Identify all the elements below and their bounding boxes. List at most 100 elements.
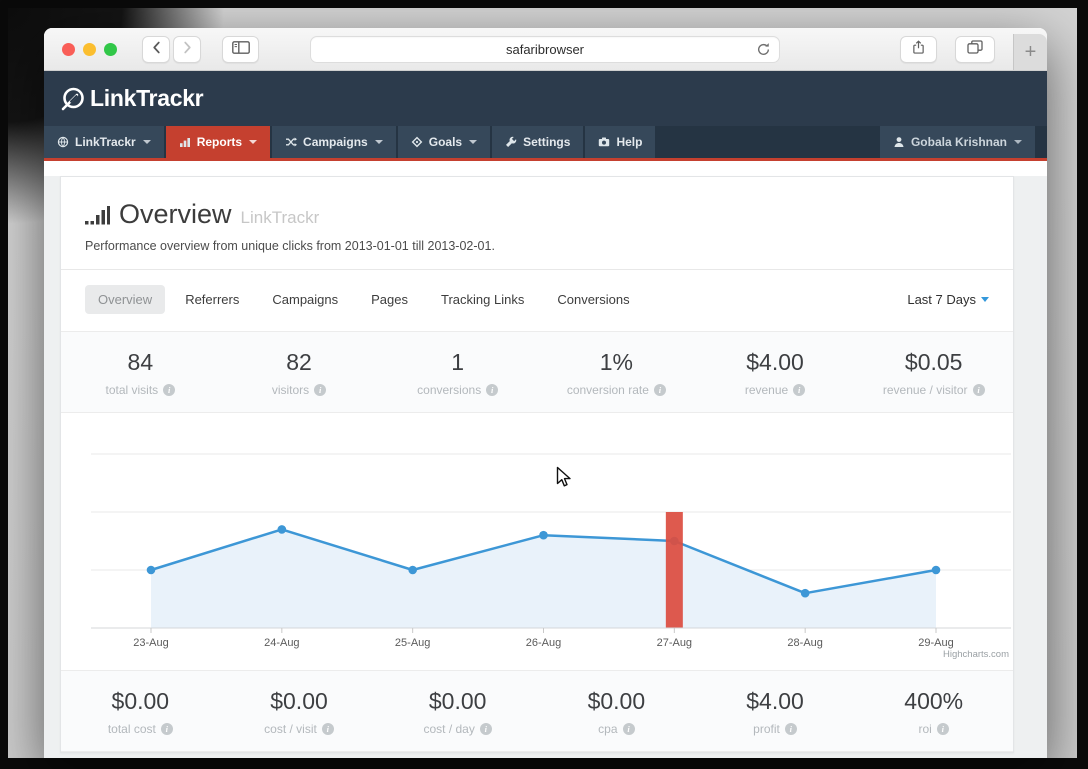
browser-titlebar: safaribrowser + bbox=[44, 28, 1047, 71]
info-icon[interactable]: i bbox=[784, 723, 797, 735]
data-point[interactable] bbox=[277, 525, 287, 534]
stat-label: visitors bbox=[271, 383, 310, 397]
forward-button[interactable] bbox=[173, 36, 201, 63]
tab-overview-button[interactable] bbox=[955, 36, 995, 63]
tab-campaigns[interactable]: Campaigns bbox=[259, 285, 351, 314]
chevron-left-icon bbox=[152, 41, 161, 59]
stat-profit: $4.00 profit i bbox=[696, 688, 855, 736]
tab-pages[interactable]: Pages bbox=[358, 285, 421, 314]
screenshot-root: { "browser": { "address": "safaribrowser… bbox=[0, 0, 1088, 769]
nav-item-label: Help bbox=[616, 135, 643, 149]
address-text: safaribrowser bbox=[505, 42, 585, 57]
tabs-icon bbox=[967, 40, 983, 59]
info-icon[interactable]: i bbox=[321, 723, 334, 735]
data-point[interactable] bbox=[539, 530, 548, 540]
nav-item-label: Settings bbox=[523, 135, 571, 149]
nav-item-campaigns[interactable]: Campaigns bbox=[272, 126, 396, 158]
info-icon[interactable]: i bbox=[486, 384, 499, 396]
stat-revenue-visitor: $0.05 revenue / visitor i bbox=[854, 349, 1013, 397]
stat-label: roi bbox=[918, 722, 932, 736]
nav-item-help[interactable]: Help bbox=[585, 126, 656, 158]
chevron-down-icon bbox=[374, 140, 383, 144]
stat-value: $0.00 bbox=[587, 688, 646, 714]
person-icon bbox=[893, 136, 905, 148]
chevron-down-icon bbox=[249, 140, 258, 144]
chevron-down-icon bbox=[142, 140, 151, 144]
area-fill bbox=[151, 529, 936, 628]
stat-value: $4.00 bbox=[746, 349, 804, 375]
stat-value: $0.00 bbox=[111, 688, 170, 714]
window-controls bbox=[62, 43, 117, 56]
x-axis-label: 29-Aug bbox=[918, 637, 953, 649]
nav-item-label: Reports bbox=[196, 135, 243, 149]
linktrackr-logo[interactable]: LinkTrackr bbox=[60, 85, 204, 112]
date-range-dropdown[interactable]: Last 7 Days bbox=[907, 292, 989, 307]
info-icon[interactable]: i bbox=[622, 723, 635, 735]
stat-value: $0.00 bbox=[428, 688, 487, 714]
share-icon bbox=[912, 39, 925, 60]
bottom-stats-band: $0.00 total cost i $0.00 cost / visit i $0.00 c… bbox=[61, 670, 1013, 752]
app-header: LinkTrackr bbox=[44, 71, 1047, 126]
info-icon[interactable]: i bbox=[314, 384, 327, 396]
stat-label: revenue bbox=[744, 383, 789, 397]
chevron-down-icon bbox=[469, 140, 478, 144]
tab-tracking-links[interactable]: Tracking Links bbox=[428, 285, 537, 314]
data-point[interactable] bbox=[146, 565, 156, 575]
info-icon[interactable]: i bbox=[793, 384, 806, 396]
info-icon[interactable]: i bbox=[160, 723, 173, 735]
stat-label: cost / day bbox=[423, 722, 475, 736]
data-point[interactable] bbox=[408, 565, 417, 575]
x-axis-label: 23-Aug bbox=[133, 637, 168, 649]
address-bar[interactable]: safaribrowser bbox=[310, 36, 780, 63]
chevron-right-icon bbox=[183, 41, 192, 59]
stat-label: cpa bbox=[598, 722, 618, 736]
shuffle-icon bbox=[285, 136, 298, 148]
bar-chart-icon bbox=[85, 205, 110, 230]
x-axis-label: 25-Aug bbox=[395, 637, 430, 649]
tab-referrers[interactable]: Referrers bbox=[172, 285, 252, 314]
stat-value: 1% bbox=[599, 349, 633, 375]
info-icon[interactable]: i bbox=[163, 384, 176, 396]
chevron-down-icon bbox=[1014, 140, 1022, 144]
overview-chart: 23-Aug 24-Aug 25-Aug 26-Aug 27-Aug 28-Aug 29-A… bbox=[91, 453, 1011, 660]
stat-conversion-rate: 1% conversion rate i bbox=[537, 349, 696, 397]
close-window-button[interactable] bbox=[62, 43, 75, 56]
stat-cost-visit: $0.00 cost / visit i bbox=[220, 688, 379, 736]
nav-item-reports[interactable]: Reports bbox=[165, 126, 271, 158]
refresh-icon[interactable] bbox=[756, 42, 771, 60]
info-icon[interactable]: i bbox=[479, 723, 492, 735]
nav-item-linktrackr[interactable]: LinkTrackr bbox=[44, 126, 164, 158]
info-icon[interactable]: i bbox=[653, 384, 666, 396]
sidebar-toggle-button[interactable] bbox=[222, 36, 259, 63]
new-tab-button[interactable]: + bbox=[1013, 34, 1047, 70]
minimize-window-button[interactable] bbox=[83, 43, 96, 56]
x-axis-label: 24-Aug bbox=[264, 637, 299, 649]
tab-overview[interactable]: Overview bbox=[85, 285, 166, 314]
linktrackr-logo-icon bbox=[60, 86, 86, 112]
tab-conversions[interactable]: Conversions bbox=[544, 285, 642, 314]
globe-icon bbox=[57, 136, 69, 148]
nav-item-label: Goals bbox=[428, 135, 463, 149]
highlight-bar[interactable] bbox=[665, 512, 683, 628]
x-axis-label: 27-Aug bbox=[657, 637, 692, 649]
bar-chart-icon bbox=[179, 136, 191, 148]
share-button[interactable] bbox=[900, 36, 937, 63]
stat-label: conversion rate bbox=[566, 383, 649, 397]
sidebar-icon bbox=[231, 40, 250, 59]
zoom-window-button[interactable] bbox=[104, 43, 117, 56]
card-header: Overview LinkTrackr Performance overview… bbox=[61, 177, 1013, 269]
nav-item-settings[interactable]: Settings bbox=[492, 126, 584, 158]
stat-revenue: $4.00 revenue i bbox=[696, 349, 855, 397]
x-axis-label: 26-Aug bbox=[526, 637, 561, 649]
stat-label: total visits bbox=[105, 383, 159, 397]
info-icon[interactable]: i bbox=[936, 723, 949, 735]
user-menu[interactable]: Gobala Krishnan bbox=[879, 126, 1035, 158]
nav-item-goals[interactable]: Goals bbox=[397, 126, 491, 158]
data-point[interactable] bbox=[800, 588, 810, 598]
info-icon[interactable]: i bbox=[972, 384, 985, 396]
stat-value: 84 bbox=[127, 349, 154, 375]
data-point[interactable] bbox=[931, 565, 941, 575]
stat-total-visits: 84 total visits i bbox=[61, 349, 220, 397]
back-button[interactable] bbox=[142, 36, 170, 63]
brand-text: LinkTrackr bbox=[90, 85, 204, 111]
